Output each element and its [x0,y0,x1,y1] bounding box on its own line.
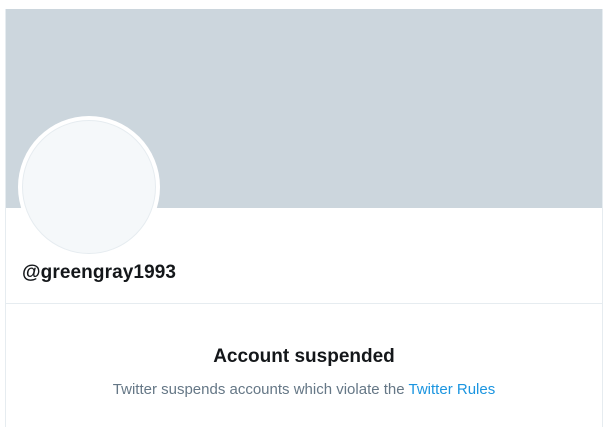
avatar [22,120,156,254]
suspension-message: Twitter suspends accounts which violate … [6,381,602,398]
profile-column: @greengray1993 Account suspended Twitter… [5,9,603,427]
suspension-title: Account suspended [213,346,395,367]
avatar-ring [18,116,160,258]
suspension-message-text: Twitter suspends accounts which violate … [112,381,405,398]
divider [6,303,602,304]
profile-handle: @greengray1993 [22,262,177,283]
twitter-rules-link[interactable]: Twitter Rules [409,381,496,398]
